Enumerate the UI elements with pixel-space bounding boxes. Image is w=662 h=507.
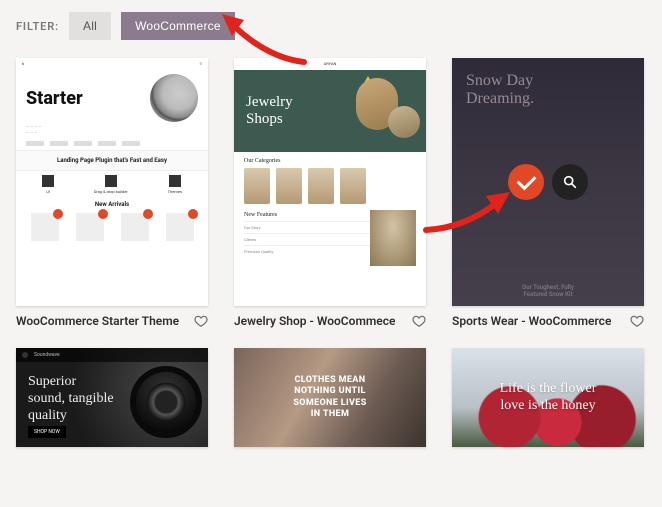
preview-theme-button[interactable] [552, 164, 588, 200]
theme-thumbnail[interactable]: Snow Day Dreaming. Our Toughest, Fully F… [452, 58, 644, 306]
theme-card: b≡ Starter — — — —— — — Landing Page Plu… [16, 58, 208, 328]
logo-icon [22, 352, 28, 358]
jewelry-image [370, 210, 416, 266]
thumb-band-text: Landing Page Plugin that's Fast and Easy [20, 157, 204, 164]
select-theme-button[interactable] [508, 164, 544, 200]
theme-card: ARYAN Jewelry Shops Our Categories New F… [234, 58, 426, 328]
filter-bar: FILTER: All WooCommerce [16, 12, 646, 40]
theme-caption: WooCommerce Starter Theme [16, 314, 179, 328]
thumb-cta-button: SHOP NOW [28, 426, 66, 438]
thumb-hero-title: Starter [26, 88, 83, 109]
theme-card: CLOTHES MEAN NOTHING UNTIL SOMEONE LIVES… [234, 348, 426, 447]
favorite-icon[interactable] [194, 314, 208, 328]
theme-thumbnail[interactable]: Soundwave Superior sound, tangible quali… [16, 348, 208, 447]
headphones-image [130, 366, 202, 438]
magnify-icon [562, 174, 578, 190]
favorite-icon[interactable] [412, 314, 426, 328]
theme-thumbnail[interactable]: CLOTHES MEAN NOTHING UNTIL SOMEONE LIVES… [234, 348, 426, 447]
filter-all-button[interactable]: All [69, 12, 111, 40]
thumb-section-title: Our Categories [234, 152, 426, 166]
theme-hover-overlay [452, 58, 644, 306]
thumb-brand: ARYAN [234, 58, 426, 70]
theme-grid: b≡ Starter — — — —— — — Landing Page Plu… [16, 58, 646, 447]
theme-thumbnail[interactable]: Life is the flower love is the honey [452, 348, 644, 447]
filter-label: FILTER: [16, 20, 59, 33]
theme-card: Soundwave Superior sound, tangible quali… [16, 348, 208, 447]
favorite-icon[interactable] [630, 314, 644, 328]
theme-thumbnail[interactable]: ARYAN Jewelry Shops Our Categories New F… [234, 58, 426, 306]
theme-caption: Jewelry Shop - WooCommece [234, 314, 395, 328]
theme-caption: Sports Wear - WooCommerce [452, 314, 611, 328]
thumb-section-title: New Arrivals [16, 198, 208, 211]
theme-card: Snow Day Dreaming. Our Toughest, Fully F… [452, 58, 644, 328]
theme-thumbnail[interactable]: b≡ Starter — — — —— — — Landing Page Plu… [16, 58, 208, 306]
filter-woocommerce-button[interactable]: WooCommerce [121, 12, 235, 40]
model-image [388, 106, 420, 138]
theme-card: Life is the flower love is the honey [452, 348, 644, 447]
shoe-image [150, 74, 198, 122]
